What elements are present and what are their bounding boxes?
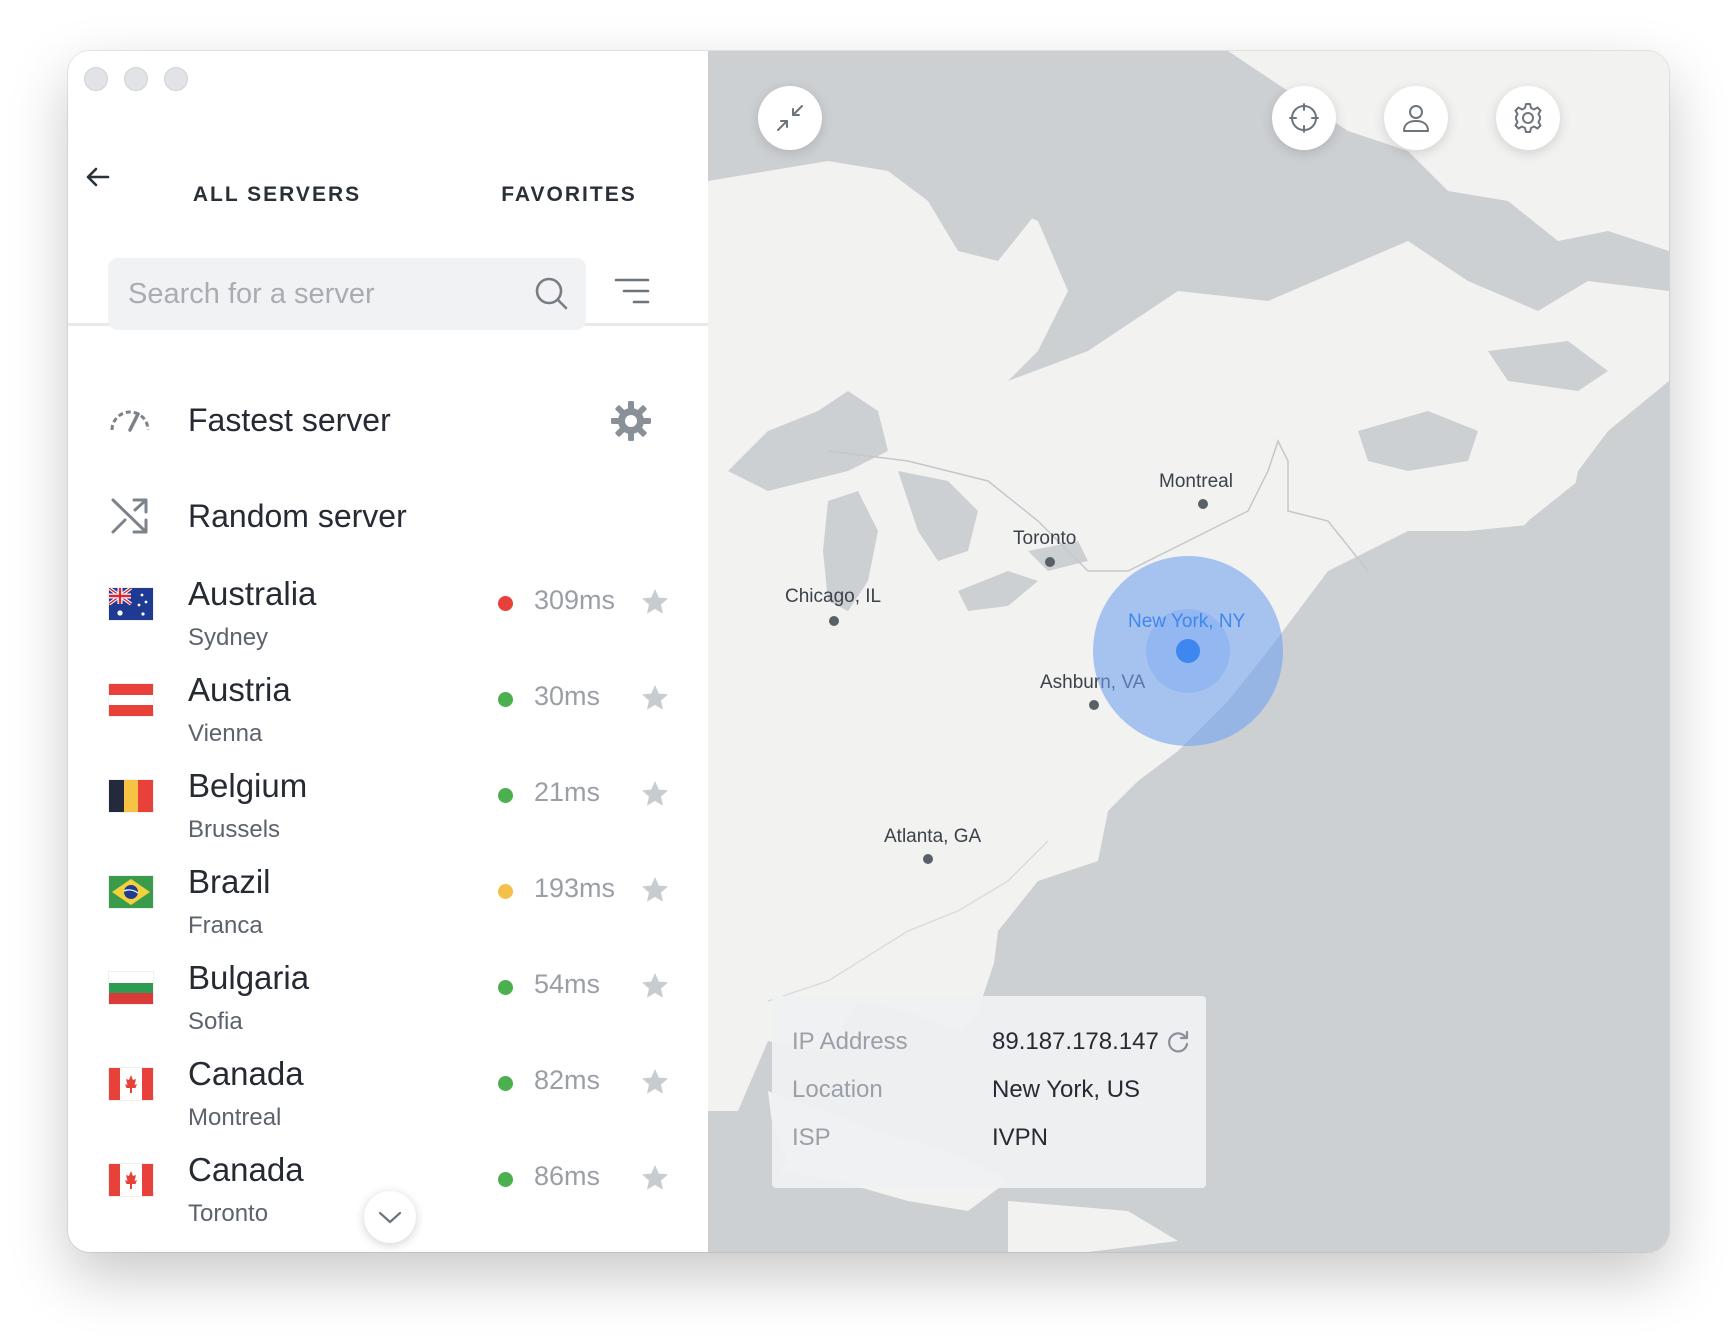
server-city: Franca [188, 912, 263, 939]
server-row[interactable]: Belgium Brussels 21ms [68, 759, 708, 855]
search-input[interactable] [128, 258, 508, 330]
status-dot [498, 884, 513, 899]
server-ping: 21ms [534, 777, 601, 807]
austria-flag-icon [109, 684, 153, 716]
server-ping: 193ms [534, 873, 616, 903]
selected-location-dot[interactable] [1176, 639, 1200, 663]
server-city: Sydney [188, 624, 269, 651]
minimize-map-button[interactable] [758, 86, 822, 150]
tab-favorites[interactable]: FAVORITES [430, 161, 708, 269]
city-dot[interactable] [923, 854, 933, 864]
server-row[interactable]: Brazil Franca 193ms [68, 855, 708, 951]
city-dot[interactable] [1045, 557, 1055, 567]
server-city: Sofia [188, 1008, 243, 1035]
star-icon[interactable] [640, 875, 670, 905]
search-icon[interactable] [532, 274, 572, 314]
server-list-panel: ALL SERVERS FAVORITES Fastest server [68, 51, 708, 1252]
city-label: Toronto [1013, 528, 1077, 549]
status-dot [498, 788, 513, 803]
chevron-down-icon [378, 1211, 402, 1224]
server-row[interactable]: Austria Vienna 30ms [68, 663, 708, 759]
window-controls [84, 67, 188, 91]
server-ping: 30ms [534, 681, 601, 711]
status-dot [498, 980, 513, 995]
server-country: Austria [188, 671, 291, 708]
server-city: Brussels [188, 816, 281, 843]
server-row[interactable]: Australia Sydney 309ms [68, 567, 708, 663]
fastest-server-row[interactable]: Fastest server [68, 380, 708, 460]
fastest-server-label: Fastest server [188, 402, 391, 438]
app-window: ALL SERVERS FAVORITES Fastest server [68, 51, 1669, 1252]
server-ping: 86ms [534, 1161, 601, 1191]
location-value: New York, US [992, 1076, 1141, 1103]
city-dot[interactable] [1198, 499, 1208, 509]
filter-icon[interactable] [612, 272, 652, 312]
server-country: Belgium [188, 767, 308, 804]
collapse-icon [777, 105, 803, 131]
belgium-flag-icon [109, 780, 153, 812]
isp-value: IVPN [992, 1124, 1049, 1151]
isp-label: ISP [792, 1124, 831, 1151]
map-view[interactable]: Montreal Toronto Chicago, IL Ashburn, VA… [708, 51, 1669, 1252]
server-country: Australia [188, 575, 317, 612]
server-ping: 309ms [534, 585, 616, 615]
status-dot [498, 692, 513, 707]
location-label: Location [792, 1076, 883, 1103]
city-label: Montreal [1159, 471, 1233, 492]
tab-all-servers[interactable]: ALL SERVERS [124, 161, 430, 269]
search-box [108, 258, 586, 330]
server-tabs: ALL SERVERS FAVORITES [68, 161, 708, 326]
server-ping: 54ms [534, 969, 601, 999]
settings-button[interactable] [1496, 86, 1560, 150]
minimize-window-button[interactable] [124, 67, 148, 91]
city-label: Atlanta, GA [884, 826, 982, 847]
star-icon[interactable] [640, 1163, 670, 1193]
gear-icon [1514, 103, 1542, 133]
server-country: Brazil [188, 863, 271, 900]
selected-location-label: New York, NY [1128, 611, 1246, 632]
status-dot [498, 596, 513, 611]
random-server-label: Random server [188, 498, 407, 534]
close-window-button[interactable] [84, 67, 108, 91]
account-button[interactable] [1384, 86, 1448, 150]
server-city: Toronto [188, 1200, 269, 1227]
server-country: Canada [188, 1055, 304, 1092]
server-city: Vienna [188, 720, 263, 747]
server-city: Montreal [188, 1104, 282, 1131]
ip-address-value: 89.187.178.147 [992, 1028, 1159, 1055]
refresh-icon[interactable] [1165, 1029, 1191, 1055]
locate-button[interactable] [1272, 86, 1336, 150]
zoom-window-button[interactable] [164, 67, 188, 91]
server-row[interactable]: Bulgaria Sofia 54ms [68, 951, 708, 1047]
star-icon[interactable] [640, 779, 670, 809]
city-dot[interactable] [1089, 700, 1099, 710]
status-dot [498, 1172, 513, 1187]
user-icon [1403, 105, 1429, 132]
shuffle-icon [111, 498, 148, 534]
connection-info-card: IP Address 89.187.178.147 Location New Y… [772, 996, 1206, 1188]
scroll-down-button[interactable] [364, 1191, 416, 1243]
status-dot [498, 1076, 513, 1091]
server-ping: 82ms [534, 1065, 601, 1095]
random-server-row[interactable]: Random server [68, 476, 708, 556]
star-icon[interactable] [640, 683, 670, 713]
server-country: Bulgaria [188, 959, 310, 996]
star-icon[interactable] [640, 587, 670, 617]
server-row[interactable]: Canada Montreal 82ms [68, 1047, 708, 1143]
star-icon[interactable] [640, 971, 670, 1001]
australia-flag-icon [109, 588, 153, 620]
city-label: Chicago, IL [785, 586, 882, 607]
server-country: Canada [188, 1151, 304, 1188]
bulgaria-flag-icon [109, 972, 153, 1004]
canada-flag-icon [109, 1164, 153, 1196]
ip-address-label: IP Address [792, 1028, 908, 1055]
brazil-flag-icon [109, 876, 153, 908]
speedometer-icon [110, 410, 150, 432]
gear-icon[interactable] [608, 398, 654, 444]
star-icon[interactable] [640, 1067, 670, 1097]
crosshair-icon [1289, 103, 1319, 133]
canada-flag-icon [109, 1068, 153, 1100]
city-dot[interactable] [829, 616, 839, 626]
